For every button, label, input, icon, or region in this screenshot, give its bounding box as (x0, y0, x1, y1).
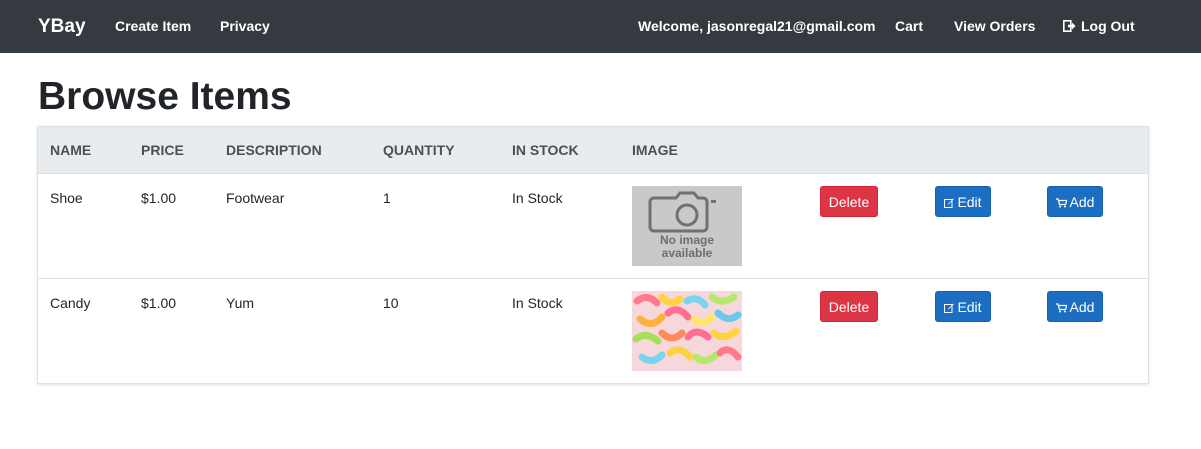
no-image-text-line2: available (662, 246, 713, 260)
cart-icon (1055, 303, 1067, 313)
cell-price: $1.00 (141, 190, 177, 206)
nav-cart[interactable]: Cart (895, 0, 923, 53)
item-image-gummy-worms (632, 291, 742, 371)
add-label: Add (1069, 299, 1095, 315)
logout-icon (1063, 20, 1076, 32)
cell-quantity: 10 (383, 295, 399, 311)
nav-privacy[interactable]: Privacy (220, 0, 270, 53)
no-image-text-line1: No image (660, 233, 714, 247)
delete-button[interactable]: Delete (820, 186, 878, 217)
cell-in-stock: In Stock (512, 190, 563, 206)
col-header-quantity: Quantity (383, 142, 455, 158)
add-label: Add (1069, 194, 1095, 210)
cell-name: Candy (50, 295, 91, 311)
item-image-no-image-placeholder: No image available (632, 186, 742, 266)
table-header-row: Name Price Description Quantity In Stock… (38, 127, 1148, 174)
delete-button[interactable]: Delete (820, 291, 878, 322)
page-title: Browse Items (38, 75, 292, 118)
col-header-description: Description (226, 142, 322, 158)
edit-icon (944, 303, 955, 313)
cell-description: Yum (226, 295, 255, 311)
cell-name: Shoe (50, 190, 83, 206)
nav-welcome-user[interactable]: Welcome, jasonregal21@gmail.com (638, 0, 875, 53)
col-header-price: Price (141, 142, 184, 158)
edit-button[interactable]: Edit (935, 186, 991, 217)
nav-create-item[interactable]: Create Item (115, 0, 191, 53)
top-navbar: YBay Create Item Privacy Welcome, jasonr… (0, 0, 1201, 53)
nav-view-orders[interactable]: View Orders (954, 0, 1035, 53)
brand-link[interactable]: YBay (38, 0, 86, 53)
cart-icon (1055, 198, 1067, 208)
col-header-image: Image (632, 142, 678, 158)
edit-label: Edit (957, 299, 982, 315)
table-row: Candy $1.00 Yum 10 In Stock Delete Edit … (38, 279, 1148, 384)
cell-price: $1.00 (141, 295, 177, 311)
edit-icon (944, 198, 955, 208)
items-table: Name Price Description Quantity In Stock… (37, 126, 1149, 384)
nav-logout[interactable]: Log Out (1063, 0, 1135, 53)
add-to-cart-button[interactable]: Add (1047, 186, 1103, 217)
cell-in-stock: In Stock (512, 295, 563, 311)
cell-quantity: 1 (383, 190, 391, 206)
table-row: Shoe $1.00 Footwear 1 In Stock No image … (38, 174, 1148, 279)
col-header-name: Name (50, 142, 92, 158)
edit-button[interactable]: Edit (935, 291, 991, 322)
logout-label: Log Out (1081, 18, 1135, 34)
col-header-in-stock: In Stock (512, 142, 579, 158)
cell-description: Footwear (226, 190, 285, 206)
add-to-cart-button[interactable]: Add (1047, 291, 1103, 322)
edit-label: Edit (957, 194, 982, 210)
